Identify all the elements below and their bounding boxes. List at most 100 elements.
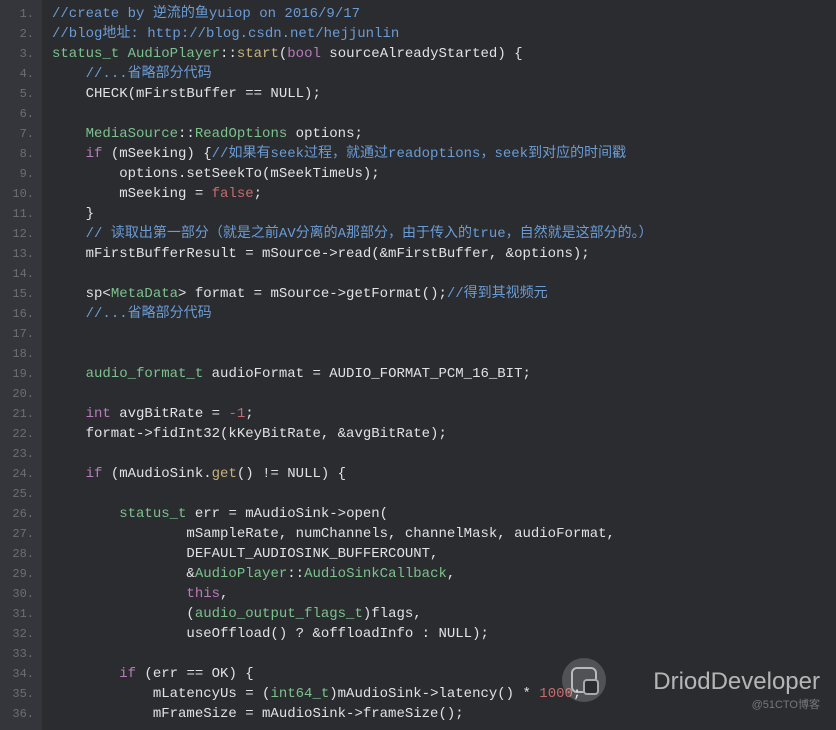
line-number: 5. bbox=[6, 84, 34, 104]
code-line: int avgBitRate = -1; bbox=[52, 404, 653, 424]
code-token: bool bbox=[287, 46, 321, 62]
line-number: 2. bbox=[6, 24, 34, 44]
line-number: 28. bbox=[6, 544, 34, 564]
line-number: 27. bbox=[6, 524, 34, 544]
code-line bbox=[52, 264, 653, 284]
line-number: 34. bbox=[6, 664, 34, 684]
line-number: 7. bbox=[6, 124, 34, 144]
code-line bbox=[52, 484, 653, 504]
code-line: } bbox=[52, 204, 653, 224]
code-line: // 读取出第一部分（就是之前AV分离的A那部分，由于传入的true，自然就是这… bbox=[52, 224, 653, 244]
code-token: mSeeking = bbox=[52, 186, 212, 202]
line-number: 25. bbox=[6, 484, 34, 504]
code-token bbox=[52, 226, 86, 242]
code-token: int bbox=[86, 406, 111, 422]
code-token: AudioPlayer bbox=[195, 566, 287, 582]
code-token: if bbox=[86, 146, 103, 162]
code-token: status_t bbox=[119, 506, 186, 522]
code-area: //create by 逆流的鱼yuiop on 2016/9/17 //blog… bbox=[42, 0, 653, 730]
line-number: 9. bbox=[6, 164, 34, 184]
code-token: sp< bbox=[52, 286, 111, 302]
line-number: 30. bbox=[6, 584, 34, 604]
line-number: 36. bbox=[6, 704, 34, 724]
code-line: mFrameSize = mAudioSink->frameSize(); bbox=[52, 704, 653, 724]
code-token: () != NULL) { bbox=[237, 466, 346, 482]
line-number: 18. bbox=[6, 344, 34, 364]
line-number: 24. bbox=[6, 464, 34, 484]
code-token: // 读取出第一部分（就是之前AV分离的A那部分，由于传入的true，自然就是这… bbox=[86, 226, 653, 242]
code-token: mFirstBufferResult = mSource->read(&mFir… bbox=[52, 246, 590, 262]
code-line bbox=[52, 344, 653, 364]
code-token: status_t bbox=[52, 46, 128, 62]
code-token bbox=[52, 366, 86, 382]
code-token: (mSeeking) { bbox=[102, 146, 211, 162]
line-number: 1. bbox=[6, 4, 34, 24]
code-token: :: bbox=[220, 46, 237, 62]
code-line: CHECK(mFirstBuffer == NULL); bbox=[52, 84, 653, 104]
line-number: 11. bbox=[6, 204, 34, 224]
code-token: MetaData bbox=[111, 286, 178, 302]
code-token: } bbox=[52, 206, 94, 222]
line-number: 4. bbox=[6, 64, 34, 84]
code-line: (audio_output_flags_t)flags, bbox=[52, 604, 653, 624]
code-token bbox=[52, 66, 86, 82]
line-number: 15. bbox=[6, 284, 34, 304]
gutter: 1.2.3.4.5.6.7.8.9.10.11.12.13.14.15.16.1… bbox=[0, 0, 42, 730]
code-line: //...省略部分代码 bbox=[52, 64, 653, 84]
code-token: avgBitRate = bbox=[111, 406, 229, 422]
code-line: options.setSeekTo(mSeekTimeUs); bbox=[52, 164, 653, 184]
code-token: mFrameSize = mAudioSink->frameSize(); bbox=[52, 706, 464, 722]
code-token: -1 bbox=[228, 406, 245, 422]
code-line: //...省略部分代码 bbox=[52, 304, 653, 324]
code-line: //blog地址: http://blog.csdn.net/hejjunlin bbox=[52, 24, 653, 44]
code-line: this, bbox=[52, 584, 653, 604]
code-line: status_t AudioPlayer::start(bool sourceA… bbox=[52, 44, 653, 64]
code-line bbox=[52, 644, 653, 664]
code-token bbox=[52, 306, 86, 322]
line-number: 17. bbox=[6, 324, 34, 344]
line-number: 22. bbox=[6, 424, 34, 444]
code-token: //得到其视频元 bbox=[447, 286, 548, 302]
code-line bbox=[52, 384, 653, 404]
code-token: if bbox=[119, 666, 136, 682]
code-line: format->fidInt32(kKeyBitRate, &avgBitRat… bbox=[52, 424, 653, 444]
code-line: if (mSeeking) {//如果有seek过程，就通过readoption… bbox=[52, 144, 653, 164]
code-editor: 1.2.3.4.5.6.7.8.9.10.11.12.13.14.15.16.1… bbox=[0, 0, 836, 730]
line-number: 3. bbox=[6, 44, 34, 64]
code-token bbox=[52, 586, 186, 602]
line-number: 35. bbox=[6, 684, 34, 704]
code-line: &AudioPlayer::AudioSinkCallback, bbox=[52, 564, 653, 584]
code-token: mSampleRate, numChannels, channelMask, a… bbox=[52, 526, 615, 542]
code-token: AudioPlayer bbox=[128, 46, 220, 62]
code-token: )flags, bbox=[363, 606, 422, 622]
code-token bbox=[52, 666, 119, 682]
code-line bbox=[52, 104, 653, 124]
line-number: 32. bbox=[6, 624, 34, 644]
code-token: //如果有seek过程，就通过readoptions，seek到对应的时间戳 bbox=[212, 146, 626, 162]
code-token: , bbox=[447, 566, 455, 582]
code-line: sp<MetaData> format = mSource->getFormat… bbox=[52, 284, 653, 304]
code-token: CHECK(mFirstBuffer == NULL); bbox=[52, 86, 321, 102]
code-token: ; bbox=[254, 186, 262, 202]
code-line bbox=[52, 444, 653, 464]
code-token: audioFormat = AUDIO_FORMAT_PCM_16_BIT; bbox=[203, 366, 531, 382]
line-number: 16. bbox=[6, 304, 34, 324]
code-token: ( bbox=[52, 606, 195, 622]
line-number: 23. bbox=[6, 444, 34, 464]
code-line: //create by 逆流的鱼yuiop on 2016/9/17 bbox=[52, 4, 653, 24]
line-number: 12. bbox=[6, 224, 34, 244]
code-token: //create by 逆流的鱼yuiop on 2016/9/17 bbox=[52, 6, 360, 22]
code-token bbox=[52, 506, 119, 522]
code-token: ReadOptions bbox=[195, 126, 287, 142]
code-token bbox=[52, 406, 86, 422]
code-line: mSeeking = false; bbox=[52, 184, 653, 204]
line-number: 19. bbox=[6, 364, 34, 384]
wechat-icon bbox=[562, 658, 606, 702]
code-token: format->fidInt32(kKeyBitRate, &avgBitRat… bbox=[52, 426, 447, 442]
code-token: if bbox=[86, 466, 103, 482]
watermark-main: DriodDeveloper bbox=[653, 668, 820, 696]
line-number: 31. bbox=[6, 604, 34, 624]
code-token bbox=[52, 126, 86, 142]
code-token: useOffload() ? &offloadInfo : NULL); bbox=[52, 626, 489, 642]
line-number: 6. bbox=[6, 104, 34, 124]
